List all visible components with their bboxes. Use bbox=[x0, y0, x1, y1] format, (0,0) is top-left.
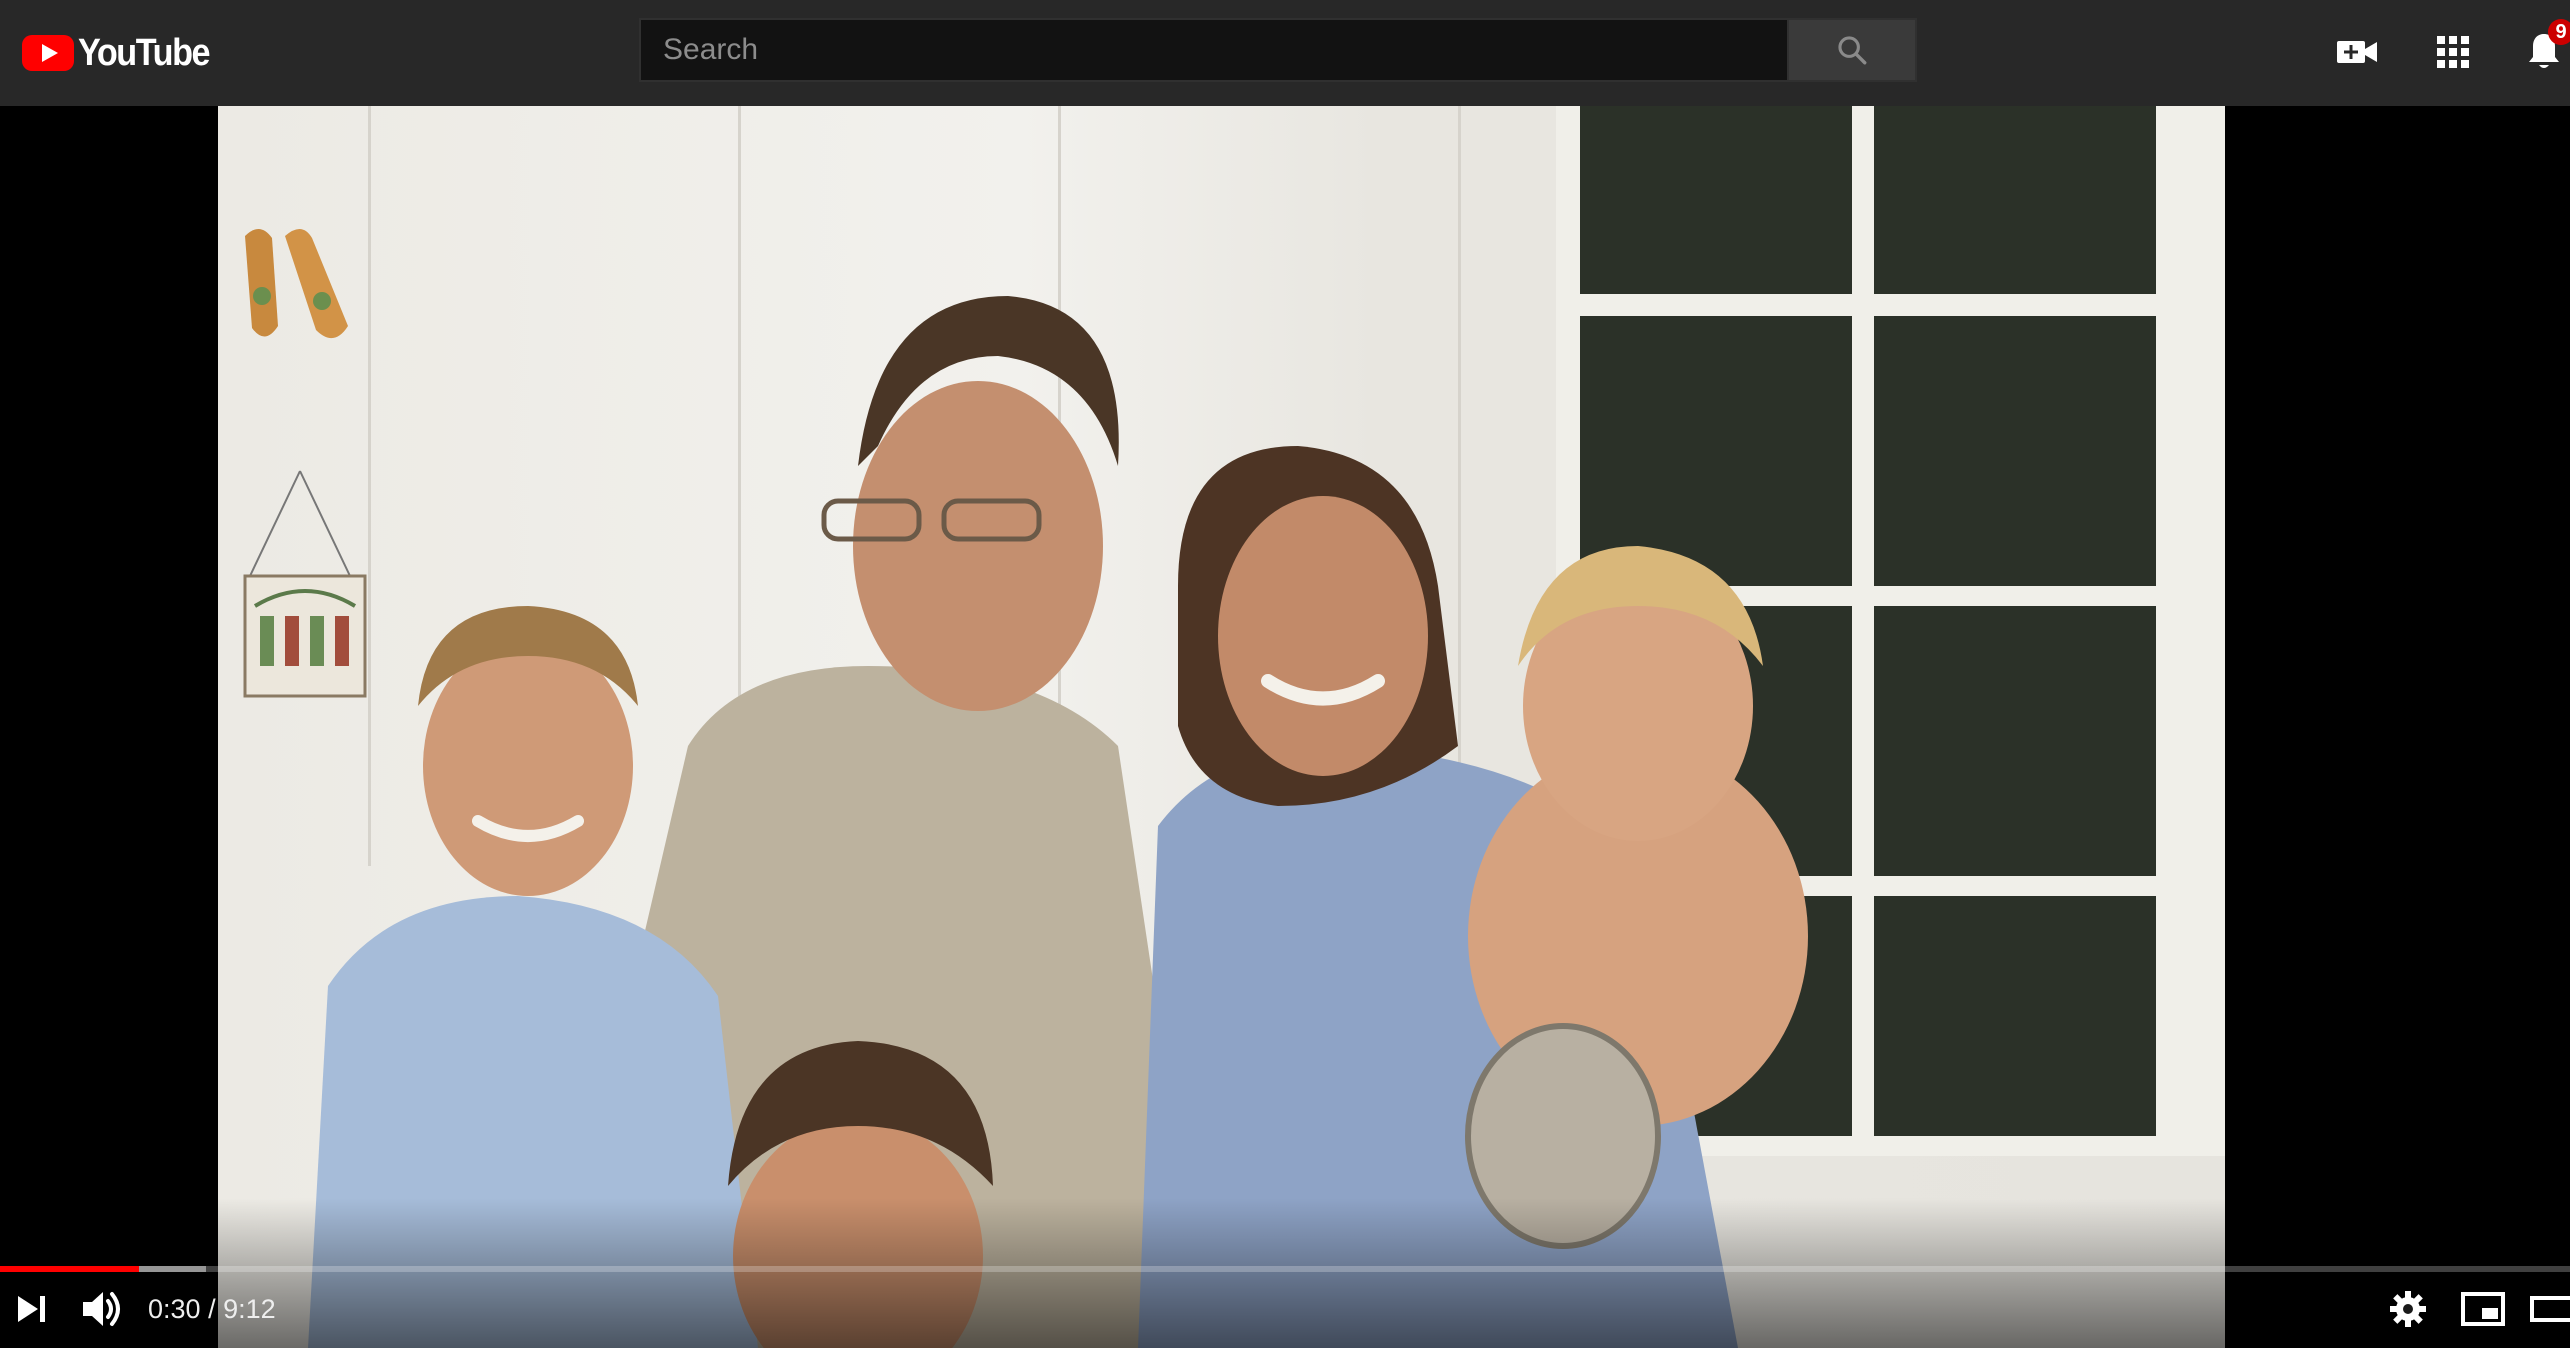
notification-count-badge: 9 bbox=[2548, 19, 2570, 45]
family-photo bbox=[308, 296, 1808, 1348]
time-display: 0:30 / 9:12 bbox=[148, 1288, 276, 1330]
youtube-logo[interactable]: YouTube bbox=[22, 30, 224, 76]
search-box bbox=[639, 18, 1917, 82]
search-input[interactable] bbox=[639, 18, 1789, 82]
mute-button[interactable] bbox=[74, 1280, 130, 1338]
logo-text: YouTube bbox=[78, 31, 211, 74]
next-icon bbox=[18, 1296, 45, 1322]
current-time: 0:30 bbox=[148, 1294, 201, 1324]
settings-button[interactable] bbox=[2380, 1280, 2436, 1338]
apps-button[interactable] bbox=[2426, 25, 2480, 79]
notifications-button[interactable]: 9 bbox=[2522, 19, 2570, 79]
create-video-button[interactable] bbox=[2330, 25, 2384, 79]
theater-mode-button[interactable] bbox=[2530, 1280, 2570, 1338]
settings-gear-icon bbox=[2390, 1291, 2426, 1327]
video-player[interactable]: 0:30 / 9:12 bbox=[0, 106, 2570, 1348]
youtube-play-logo-icon bbox=[22, 35, 74, 71]
video-camera-plus-icon bbox=[2337, 41, 2377, 63]
volume-icon bbox=[83, 1292, 120, 1326]
video-frame[interactable] bbox=[218, 106, 2225, 1348]
theater-mode-icon bbox=[2530, 1296, 2570, 1322]
next-button[interactable] bbox=[6, 1280, 56, 1338]
miniplayer-button[interactable] bbox=[2455, 1280, 2511, 1338]
search-icon bbox=[1838, 36, 1867, 65]
player-controls: 0:30 / 9:12 bbox=[0, 1272, 2570, 1348]
miniplayer-icon bbox=[2461, 1292, 2505, 1326]
search-button[interactable] bbox=[1789, 18, 1917, 82]
masthead: YouTube 9 bbox=[0, 0, 2570, 106]
apps-grid-icon bbox=[2437, 36, 2469, 68]
time-separator: / bbox=[200, 1294, 224, 1324]
duration: 9:12 bbox=[223, 1294, 276, 1324]
